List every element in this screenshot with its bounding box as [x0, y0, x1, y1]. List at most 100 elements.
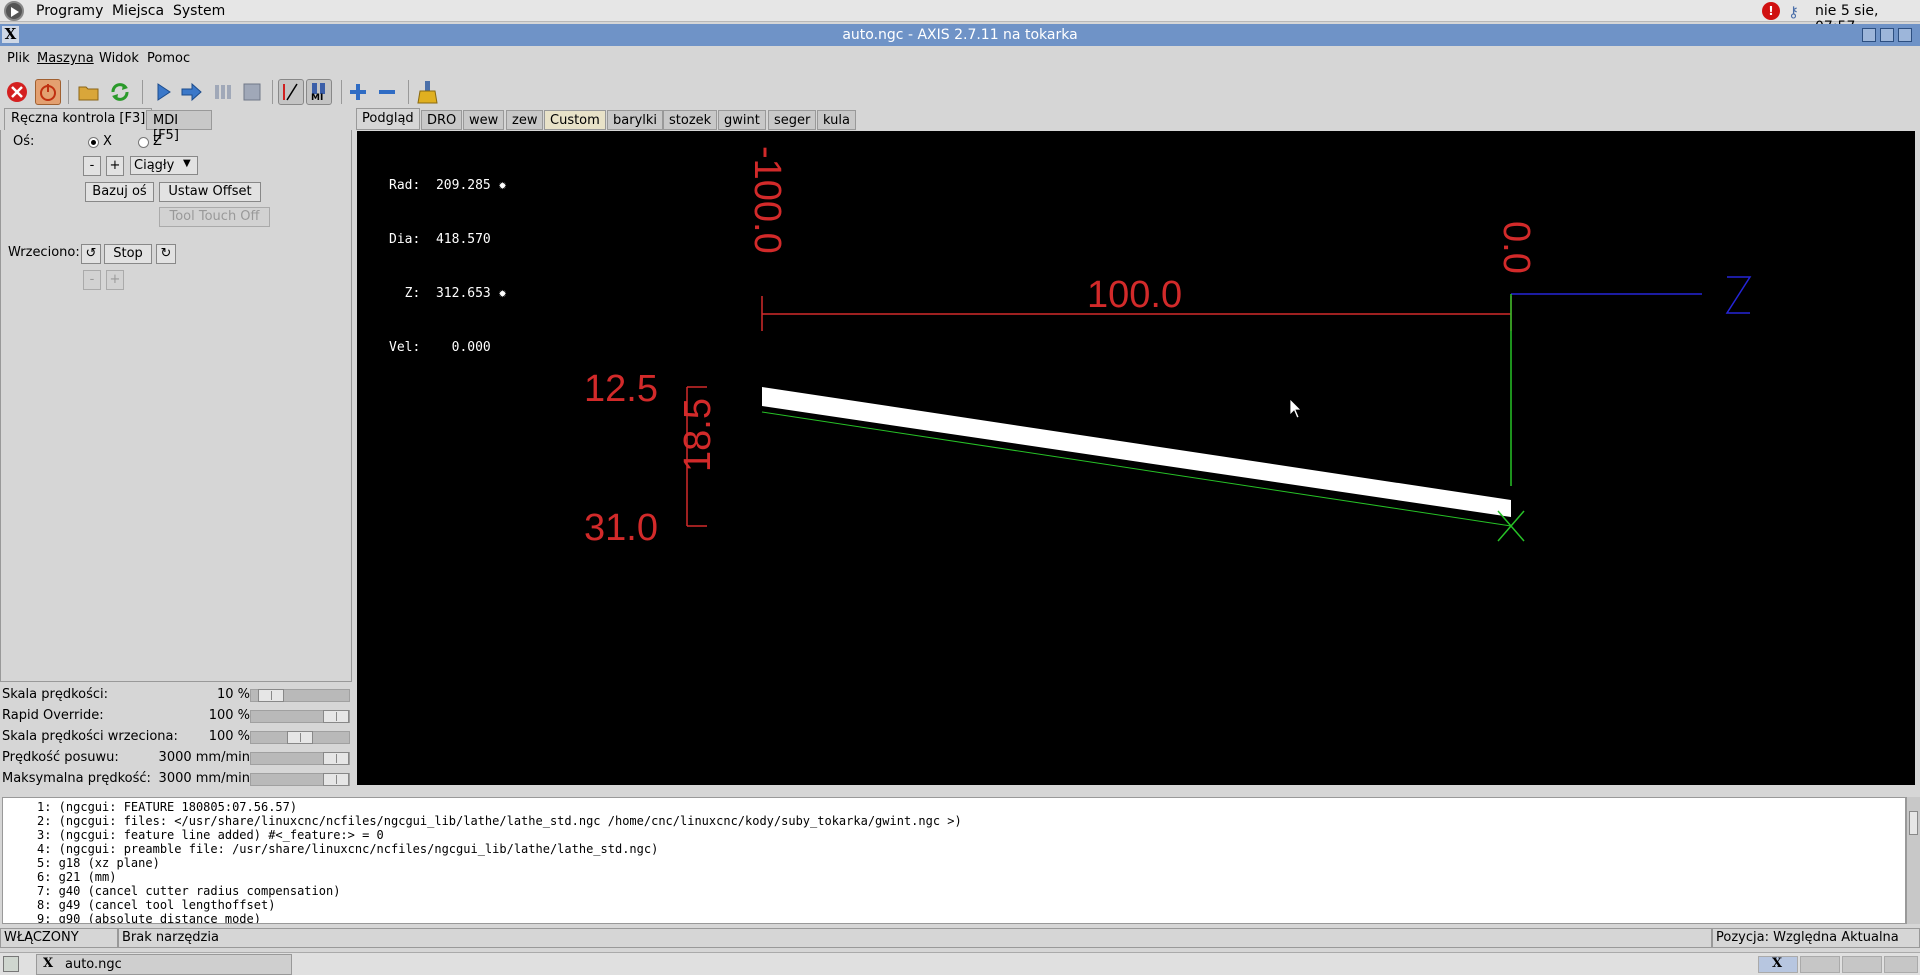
tab-seger[interactable]: seger [768, 110, 817, 130]
zoom-out-icon[interactable] [374, 79, 400, 105]
slider-thumb[interactable] [323, 773, 349, 786]
close-icon[interactable] [1898, 28, 1912, 42]
show-desktop-icon[interactable] [3, 956, 19, 972]
spindle-cw-icon[interactable]: ↻ [156, 244, 176, 264]
menu-maszyna[interactable]: Maszyna [37, 51, 94, 66]
menu-pomoc[interactable]: Pomoc [147, 51, 190, 66]
key-icon[interactable]: ⚷ [1788, 3, 1806, 21]
slider-thumb[interactable] [258, 689, 284, 702]
x-delta-label: 18.5 [677, 398, 719, 472]
minimize-icon[interactable] [1862, 28, 1876, 42]
gcode-line[interactable]: 2: (ngcgui: files: </usr/share/linuxcnc/… [7, 814, 1905, 828]
gcode-line[interactable]: 6: g21 (mm) [7, 870, 1905, 884]
slider-thumb[interactable] [323, 752, 349, 765]
tab-kula[interactable]: kula [817, 110, 856, 130]
tab-custom[interactable]: Custom [544, 110, 606, 130]
slider-track[interactable] [250, 710, 350, 723]
scrollbar-thumb[interactable] [1909, 811, 1918, 835]
gcode-line[interactable]: 5: g18 (xz plane) [7, 856, 1905, 870]
tab-preview[interactable]: Podgląd [356, 108, 420, 130]
menu-miejsca[interactable]: Miejsca [112, 3, 164, 19]
home-axis-button[interactable]: Bazuj oś [85, 182, 154, 202]
slider-thumb[interactable] [323, 710, 349, 723]
workspace-4[interactable] [1884, 956, 1918, 973]
workspace-3[interactable] [1842, 956, 1882, 973]
slider-value: 3000 mm/min [158, 750, 250, 765]
power-icon[interactable] [35, 79, 61, 105]
slider-track[interactable] [250, 752, 350, 765]
menu-programy[interactable]: Programy [36, 3, 103, 19]
mouse-pointer-icon [1289, 398, 1302, 419]
gcode-line[interactable]: 4: (ngcgui: preamble file: /usr/share/li… [7, 842, 1905, 856]
gcode-scrollbar[interactable] [1906, 797, 1920, 924]
taskbar-window-button[interactable]: X auto.ngc [36, 954, 292, 975]
taskbar: X auto.ngc X [0, 952, 1920, 975]
tab-wew[interactable]: wew [463, 110, 505, 130]
tab-barylki[interactable]: barylki [607, 110, 664, 130]
gcode-line[interactable]: 8: g49 (cancel tool lengthoffset) [7, 898, 1905, 912]
tab-dro[interactable]: DRO [421, 110, 463, 130]
toolpath-preview[interactable]: Rad: 209.285 ✹ Dia: 418.570 Z: 312.653 ✹… [357, 131, 1915, 785]
set-offset-button[interactable]: Ustaw Offset [159, 182, 261, 202]
tab-zew[interactable]: zew [506, 110, 544, 130]
desktop-logo-icon[interactable] [4, 1, 24, 21]
maximize-icon[interactable] [1880, 28, 1894, 42]
jog-plus-button[interactable]: + [106, 156, 124, 176]
axis-z-radio[interactable] [138, 137, 149, 148]
toolbar-separator [272, 80, 273, 104]
slider-row: Maksymalna prędkość: 3000 mm/min [2, 769, 352, 789]
gcode-line[interactable]: 7: g40 (cancel cutter radius compensatio… [7, 884, 1905, 898]
tab-stozek[interactable]: stozek [663, 110, 718, 130]
window-title: auto.ngc - AXIS 2.7.11 na tokarka [842, 27, 1078, 43]
workspace-1[interactable]: X [1758, 956, 1798, 973]
z-axis-icon [1725, 276, 1752, 314]
update-alert-icon[interactable]: ! [1762, 2, 1780, 20]
axis-label: Oś: [13, 134, 35, 149]
run-icon[interactable] [150, 79, 176, 105]
pause-icon[interactable] [209, 79, 235, 105]
tab-manual-control[interactable]: Ręczna kontrola [F3] [4, 108, 153, 130]
toolpath-feed-line [761, 411, 1512, 527]
estop-icon[interactable] [4, 79, 30, 105]
stop-icon[interactable] [239, 79, 265, 105]
axis-x-radio[interactable] [88, 137, 99, 148]
axis-z-label: Z [153, 134, 162, 149]
menu-widok[interactable]: Widok [99, 51, 139, 66]
tab-mdi[interactable]: MDI [F5] [146, 110, 212, 143]
gcode-line[interactable]: 3: (ngcgui: feature line added) #<_featu… [7, 828, 1905, 842]
spindle-stop-button[interactable]: Stop [104, 244, 152, 264]
toolbar-separator [341, 80, 342, 104]
slider-label: Skala prędkości wrzeciona: [2, 729, 178, 744]
optional-stop-icon[interactable]: MI [306, 79, 332, 105]
slider-track[interactable] [250, 773, 350, 786]
workspace-2[interactable] [1800, 956, 1840, 973]
jog-minus-button[interactable]: - [83, 156, 101, 176]
reload-icon[interactable] [107, 79, 133, 105]
window-titlebar[interactable]: X auto.ngc - AXIS 2.7.11 na tokarka [0, 24, 1920, 46]
slider-thumb[interactable] [287, 731, 313, 744]
step-icon[interactable] [179, 79, 205, 105]
machine-state: WŁĄCZONY [0, 928, 118, 948]
gcode-listing[interactable]: 1: (ngcgui: FEATURE 180805:07.56.57) 2: (… [2, 797, 1906, 924]
slider-row: Rapid Override: 100 % [2, 706, 352, 726]
slider-track[interactable] [250, 689, 350, 702]
z-start-label: -100.0 [746, 146, 788, 254]
tool-touch-off-button[interactable]: Tool Touch Off [159, 207, 270, 227]
block-delete-icon[interactable] [278, 79, 304, 105]
open-file-icon[interactable] [76, 79, 102, 105]
spindle-faster-button[interactable]: + [106, 270, 124, 290]
spindle-ccw-icon[interactable]: ↺ [81, 244, 101, 264]
slider-value: 100 % [208, 729, 250, 744]
jog-mode-select[interactable]: Ciągły ▼ [130, 156, 198, 175]
gcode-line[interactable]: 9: g90 (absolute distance mode) [7, 912, 1905, 923]
manual-control-panel: Oś: X Z - + Ciągły ▼ Bazuj oś Ustaw Offs… [0, 130, 352, 682]
spindle-slower-button[interactable]: - [83, 270, 101, 290]
zoom-in-icon[interactable] [345, 79, 371, 105]
tab-gwint[interactable]: gwint [718, 110, 766, 130]
gcode-line[interactable]: 1: (ngcgui: FEATURE 180805:07.56.57) [7, 800, 1905, 814]
slider-track[interactable] [250, 731, 350, 744]
menu-system[interactable]: System [173, 3, 225, 19]
taskbar-window-label: auto.ngc [65, 957, 122, 972]
clear-plot-icon[interactable] [415, 79, 441, 105]
menu-plik[interactable]: Plik [7, 51, 30, 66]
